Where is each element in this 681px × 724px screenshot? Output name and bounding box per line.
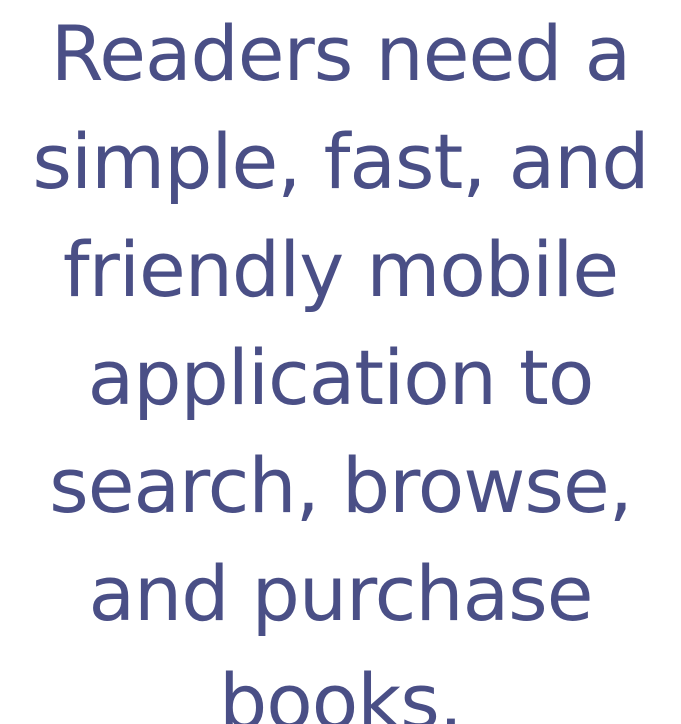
statement-line-6: and purchase xyxy=(88,549,593,638)
problem-statement: Readers need a simple, fast, and friendl… xyxy=(0,0,681,724)
statement-line-3: friendly mobile xyxy=(62,225,619,314)
page: Readers need a simple, fast, and friendl… xyxy=(0,0,681,724)
statement-line-5: search, browse, xyxy=(49,441,633,530)
statement-line-1: Readers need a xyxy=(50,9,631,98)
statement-line-7: books. xyxy=(218,657,463,724)
statement-line-4: application to xyxy=(87,333,595,422)
statement-line-2: simple, fast, and xyxy=(32,117,649,206)
